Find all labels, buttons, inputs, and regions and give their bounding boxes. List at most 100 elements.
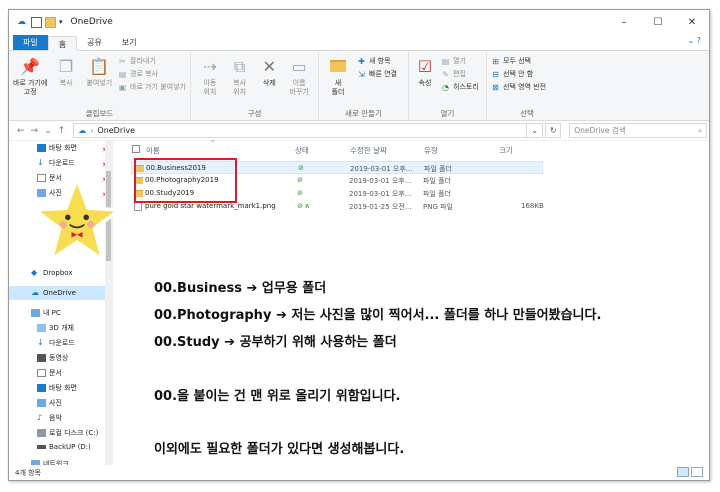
column-type[interactable]: 유형: [424, 145, 438, 156]
up-button[interactable]: ↑: [58, 126, 66, 136]
cut-label: 잘라내기: [130, 57, 156, 65]
easy-access-button[interactable]: ⇲ 빠른 연결: [357, 69, 397, 79]
properties-icon: ☑: [417, 56, 433, 76]
nav-label: 바탕 화면: [49, 384, 77, 392]
copy-path-label: 경로 복사: [130, 70, 158, 78]
cut-button[interactable]: ✂ 잘라내기: [118, 56, 186, 66]
nav-item-this-pc[interactable]: 내 PC: [31, 308, 61, 318]
refresh-icon[interactable]: ↻: [545, 123, 562, 138]
column-name[interactable]: 이름: [146, 145, 160, 156]
cube-icon: [37, 324, 46, 332]
copy-path-button[interactable]: ▤ 경로 복사: [118, 69, 186, 79]
nav-item-local-disk-c[interactable]: 로컬 디스크 (C:): [37, 428, 98, 438]
history-icon: ◔: [442, 82, 449, 92]
breadcrumb-onedrive[interactable]: OneDrive: [97, 126, 135, 135]
paste-label: 붙여넣기: [86, 79, 113, 87]
nav-item-pictures[interactable]: 사진: [37, 398, 62, 408]
select-all-checkbox[interactable]: [132, 145, 140, 155]
delete-button[interactable]: ✕ 삭제: [255, 55, 285, 88]
invert-selection-button[interactable]: ⊠ 선택 영역 반전: [491, 82, 546, 92]
column-status[interactable]: 상태: [295, 145, 309, 156]
nav-item-dropbox[interactable]: ◆ Dropbox: [31, 268, 73, 278]
properties-button[interactable]: ☑ 속성: [413, 55, 437, 88]
close-button[interactable]: ✕: [675, 10, 709, 34]
new-item-button[interactable]: ✚ 새 항목: [357, 56, 397, 66]
onedrive-cloud-icon: ☁: [78, 126, 87, 135]
file-date: 2019-01-25 오전...: [349, 203, 412, 211]
help-icon[interactable]: ⌄ ?: [688, 36, 702, 45]
nav-label: 문서: [49, 369, 62, 377]
select-none-button[interactable]: ⊟ 선택 안 함: [491, 69, 546, 79]
details-view-button[interactable]: [677, 467, 689, 477]
tab-view[interactable]: 보기: [112, 35, 147, 50]
title-bar: ☁ ▾ OneDrive – ☐ ✕: [9, 10, 709, 34]
open-button[interactable]: ▤ 열기: [441, 56, 479, 66]
nav-item-onedrive[interactable]: ☁ OneDrive: [9, 286, 106, 300]
paste-button[interactable]: 📋 붙여넣기: [85, 55, 114, 88]
ribbon-tabs: 파일 홈 공유 보기 ⌄ ?: [9, 34, 709, 51]
document-icon: [37, 369, 46, 377]
easy-access-label: 빠른 연결: [369, 70, 397, 78]
nav-item-videos[interactable]: 동영상: [37, 353, 68, 363]
nav-item-music[interactable]: ♪ 음악: [37, 413, 62, 423]
refresh-button[interactable]: ⌄: [527, 123, 544, 138]
ribbon-group-new: 새 폴더 ✚ 새 항목 ⇲ 빠른 연결 새로 만들기: [319, 51, 409, 120]
minimize-button[interactable]: –: [607, 10, 641, 34]
move-to-button[interactable]: ⇢ 이동 위치: [195, 55, 225, 97]
nav-item-backup-d[interactable]: BackUP (D:): [37, 443, 91, 451]
new-item-label: 새 항목: [369, 57, 391, 65]
file-type: 파일 폴더: [423, 190, 451, 198]
new-folder-button[interactable]: 새 폴더: [323, 55, 353, 97]
select-all-button[interactable]: ⊞ 모두 선택: [491, 56, 546, 66]
organize-group-label: 구성: [247, 109, 262, 118]
dropbox-icon: ◆: [31, 268, 38, 277]
tab-file[interactable]: 파일: [13, 35, 48, 50]
sync-status-icon: ⊘: [297, 189, 303, 197]
column-size[interactable]: 크기: [499, 145, 513, 156]
new-folder-quick-icon[interactable]: [45, 16, 56, 28]
tab-home[interactable]: 홈: [47, 36, 78, 51]
recent-locations-button[interactable]: ⌄: [44, 126, 52, 136]
edit-button[interactable]: ✎ 편집: [441, 69, 479, 79]
search-input[interactable]: OneDrive 검색 ⌕: [569, 123, 708, 138]
pin-quick-access-button[interactable]: 📌 바로 가기에 고정: [13, 55, 47, 97]
nav-item-downloads[interactable]: ↓ 다운로드: [37, 338, 75, 348]
nav-item-desktop[interactable]: 바탕 화면: [37, 383, 77, 393]
clipboard-group-label: 클립보드: [85, 109, 114, 118]
nav-label: 3D 개체: [49, 324, 74, 332]
nav-item-3d-objects[interactable]: 3D 개체: [37, 323, 74, 333]
forward-button[interactable]: →: [31, 126, 39, 136]
back-button[interactable]: ←: [17, 126, 25, 136]
column-date-modified[interactable]: 수정한 날짜: [350, 145, 387, 156]
drive-icon: [37, 445, 46, 449]
download-icon: ↓: [37, 158, 44, 167]
open-label: 열기: [453, 57, 466, 65]
new-folder-icon: [327, 55, 349, 77]
properties-quick-icon[interactable]: [31, 16, 42, 28]
nav-label: 음악: [49, 414, 62, 422]
nav-item-desktop-quick[interactable]: 바탕 화면: [37, 143, 77, 153]
large-icons-view-button[interactable]: [691, 467, 703, 477]
copy-icon: ❐: [58, 56, 74, 76]
nav-label: 동영상: [49, 354, 69, 362]
delete-icon: ✕: [262, 56, 277, 76]
nav-item-downloads-quick[interactable]: ↓ 다운로드: [37, 158, 75, 168]
rename-button[interactable]: ▭ 이름 바꾸기: [284, 55, 314, 97]
quick-access-toolbar: ☁ ▾: [17, 16, 63, 28]
copy-to-button[interactable]: ⧉ 복사 위치: [225, 55, 255, 97]
address-input[interactable]: ☁ › OneDrive: [73, 123, 528, 138]
file-type: 파일 폴더: [424, 165, 452, 173]
paste-shortcut-button[interactable]: ▣ 바로 가기 붙여넣기: [118, 82, 186, 92]
file-type: 파일 폴더: [423, 177, 451, 185]
properties-label: 속성: [418, 79, 432, 87]
tab-share[interactable]: 공유: [77, 35, 112, 50]
edit-icon: ✎: [442, 69, 449, 79]
history-button[interactable]: ◔ 히스토리: [441, 82, 479, 92]
maximize-button[interactable]: ☐: [641, 10, 675, 34]
easy-access-icon: ⇲: [358, 69, 365, 79]
copy-button[interactable]: ❐ 복사: [51, 55, 80, 88]
nav-label: OneDrive: [43, 289, 76, 297]
sync-status-icon: ⊘: [298, 164, 304, 172]
nav-item-documents[interactable]: 문서: [37, 368, 62, 378]
customize-dropdown-icon[interactable]: ▾: [59, 18, 63, 26]
